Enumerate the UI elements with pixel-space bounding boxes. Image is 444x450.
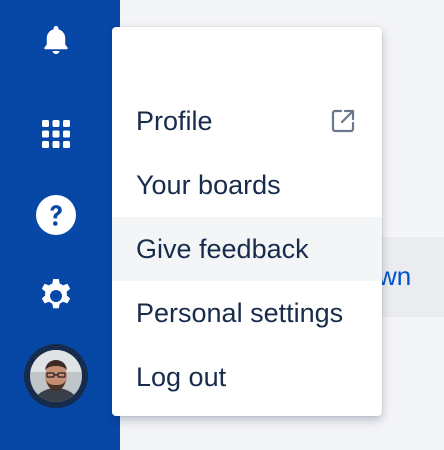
background-link-text[interactable]: wn (378, 261, 411, 292)
notifications-button[interactable] (28, 12, 84, 68)
global-sidebar (0, 0, 120, 450)
menu-item-log-out[interactable]: Log out (112, 345, 382, 409)
help-button[interactable] (28, 187, 84, 243)
menu-item-label: Give feedback (136, 233, 309, 264)
account-dropdown-menu: Profile Your boards Give feedback Person… (112, 27, 382, 416)
external-link-icon (331, 109, 355, 133)
menu-item-profile[interactable]: Profile (112, 89, 382, 153)
app-switcher-icon (42, 120, 70, 148)
notifications-icon (44, 26, 68, 54)
settings-icon (41, 279, 71, 309)
menu-item-give-feedback[interactable]: Give feedback (112, 217, 382, 281)
menu-item-your-boards[interactable]: Your boards (112, 153, 382, 217)
menu-item-label: Your boards (136, 169, 281, 200)
menu-item-label: Log out (136, 361, 227, 392)
app-switcher-button[interactable] (28, 106, 84, 162)
app-root: wn Profile Your boards Give feedback Per… (0, 0, 444, 450)
avatar (30, 350, 82, 402)
profile-avatar-button[interactable] (24, 344, 88, 408)
settings-button[interactable] (28, 266, 84, 322)
help-icon (36, 195, 76, 235)
menu-item-label: Profile (136, 105, 213, 136)
menu-item-label: Personal settings (136, 297, 344, 328)
menu-item-personal-settings[interactable]: Personal settings (112, 281, 382, 345)
